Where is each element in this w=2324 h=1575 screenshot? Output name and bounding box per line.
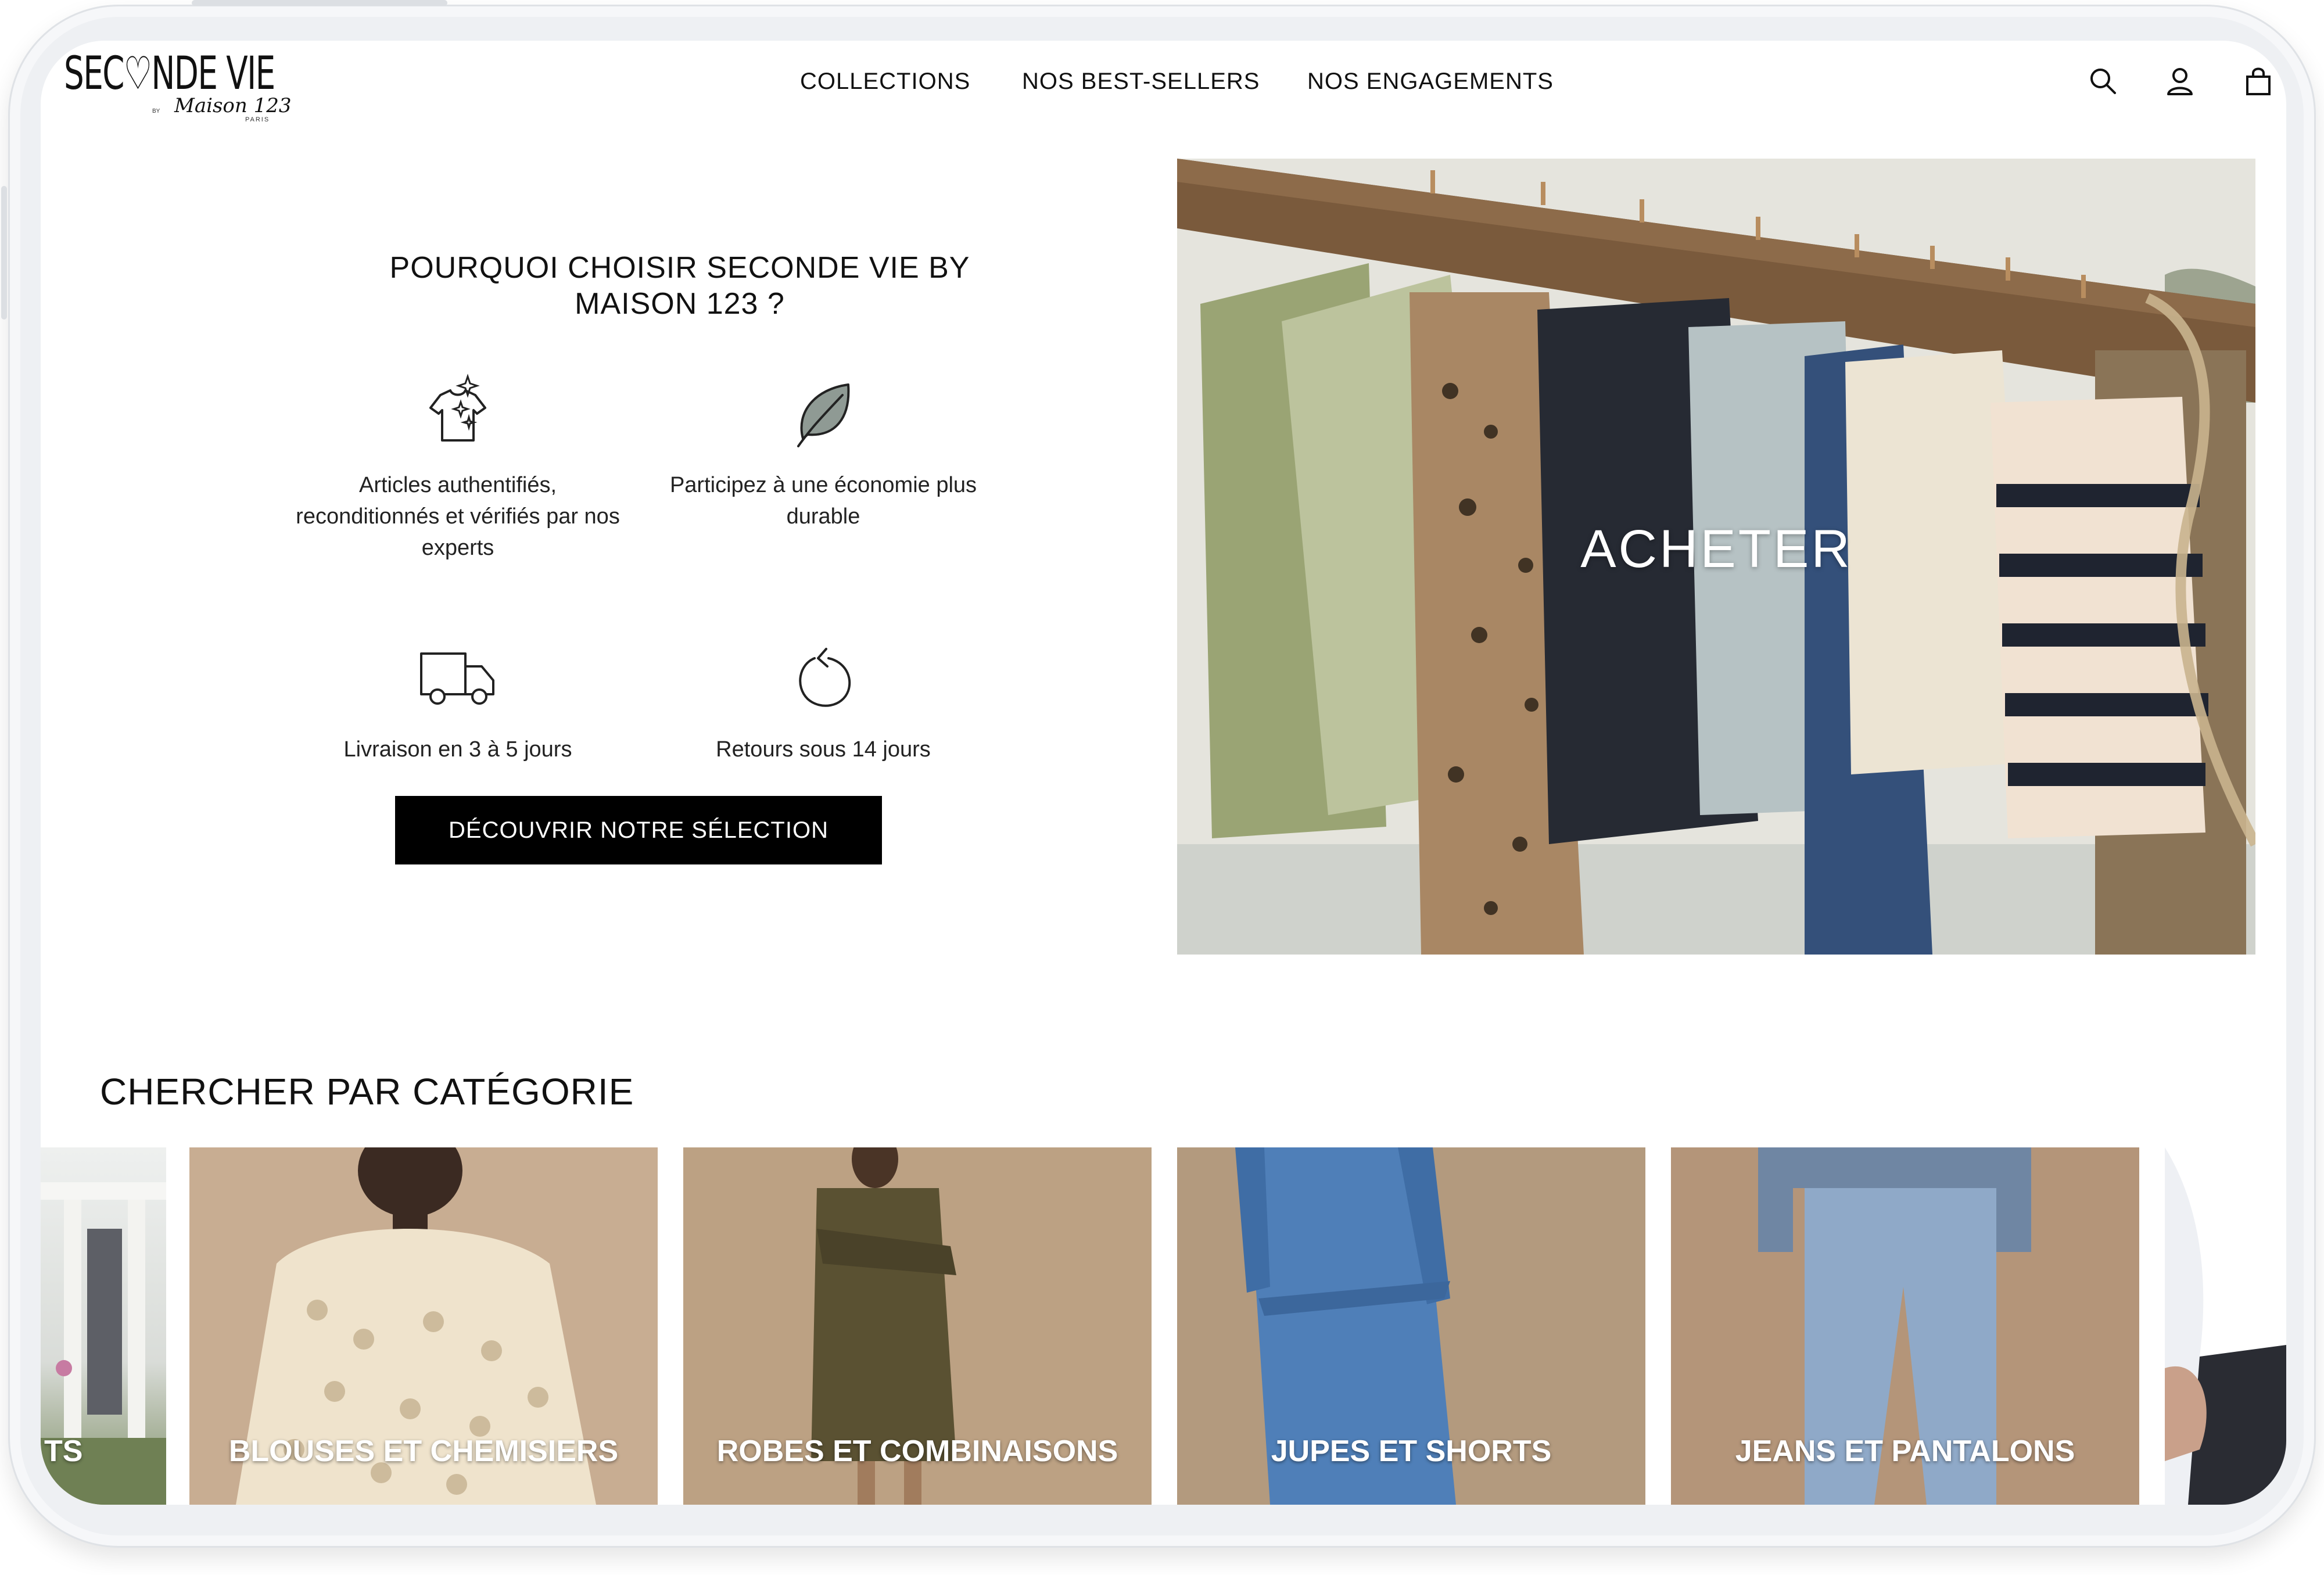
categories-title: CHERCHER PAR CATÉGORIE [100,1071,634,1113]
logo-city: PARIS [245,116,270,123]
return-arrow-icon [799,648,851,707]
delivery-truck-icon [420,652,494,705]
feature-text: Articles authentifiés, reconditionnés et… [296,473,620,560]
feature-text: Participez à une économie plus durable [669,473,977,529]
category-photo [2165,1147,2286,1505]
category-label: ROBES ET COMBINAISONS [716,1434,1118,1468]
why-title: POURQUOI CHOISIR SECONDE VIE BY MAISON 1… [261,250,1098,322]
category-label: JUPES ET SHORTS [1271,1434,1552,1468]
category-label: BLOUSES ET CHEMISIERS [228,1434,619,1468]
cart-icon[interactable] [2241,64,2276,99]
app-screen: SEC♡NDE VIE BY Maison 123 PARIS COLLECTI… [41,41,2286,1505]
feature-delivery: Livraison en 3 à 5 jours [295,636,621,765]
category-card-partial-right[interactable] [2165,1147,2286,1505]
leaf-icon [797,383,850,447]
nav-best-sellers[interactable]: NOS BEST-SELLERS [1022,69,1260,95]
feature-returns: Retours sous 14 jours [661,636,986,765]
category-card-partial-left[interactable]: TS [41,1147,166,1505]
category-card-jeans[interactable]: JEANS ET PANTALONS [1671,1147,2139,1505]
feature-text: Livraison en 3 à 5 jours [343,737,572,762]
device-top-button [192,0,325,6]
category-card-blouses[interactable]: BLOUSES ET CHEMISIERS [189,1147,658,1505]
main-nav: COLLECTIONS NOS BEST-SELLERS NOS ENGAGEM… [41,69,2286,109]
hero-shop-label[interactable]: ACHETER [1177,519,2255,580]
feature-authenticated: Articles authentifiés, reconditionnés et… [295,372,621,564]
category-card-jupes[interactable]: JUPES ET SHORTS [1177,1147,1645,1505]
nav-collections[interactable]: COLLECTIONS [800,69,970,95]
category-label: JEANS ET PANTALONS [1735,1434,2075,1468]
account-icon[interactable] [2162,64,2197,99]
discover-selection-button[interactable]: DÉCOUVRIR NOTRE SÉLECTION [395,796,882,864]
why-title-line-2: MAISON 123 ? [575,287,785,321]
device-side-button [1,186,7,320]
category-label: TS [44,1434,83,1468]
why-title-line-1: POURQUOI CHOISIR SECONDE VIE BY [389,251,970,285]
sparkle-tshirt-icon [429,374,486,442]
feature-sustainable: Participez à une économie plus durable [661,372,986,532]
hero-shop-image[interactable]: ACHETER [1177,159,2255,955]
feature-text: Retours sous 14 jours [716,737,931,762]
device-top-button [314,0,447,6]
category-card-robes[interactable]: ROBES ET COMBINAISONS [683,1147,1152,1505]
search-icon[interactable] [2086,64,2121,99]
nav-engagements[interactable]: NOS ENGAGEMENTS [1307,69,1554,95]
